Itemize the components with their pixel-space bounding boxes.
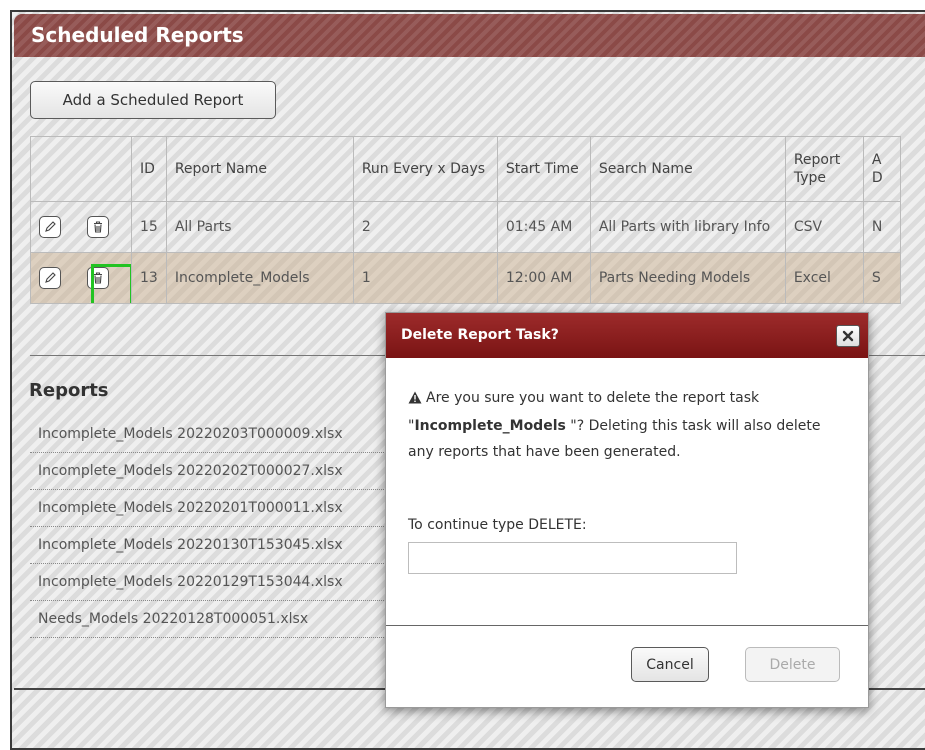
report-link[interactable]: Incomplete_Models 20220203T000009.xlsx [30,416,390,453]
row-actions [30,201,132,253]
task-name: Incomplete_Models [414,418,566,434]
reports-heading: Reports [29,380,109,401]
report-link[interactable]: Incomplete_Models 20220129T153044.xlsx [30,564,390,601]
row-id: 15 [131,201,167,253]
row-id: 13 [131,252,167,304]
confirm-delete-input[interactable] [408,542,737,574]
dialog-divider [386,625,868,626]
warning-icon [408,387,422,413]
column-header-extra[interactable]: A D [862,136,901,202]
row-start-time: 12:00 AM [496,252,591,304]
pencil-icon[interactable] [39,216,61,238]
column-header-search-name[interactable]: Search Name [589,136,786,202]
report-link[interactable]: Needs_Models 20220128T000051.xlsx [30,601,390,638]
report-link[interactable]: Incomplete_Models 20220201T000011.xlsx [30,490,390,527]
table-header-row: ID Report Name Run Every x Days Start Ti… [30,136,901,202]
dialog-message: Are you sure you want to delete the repo… [408,385,848,465]
report-list: Incomplete_Models 20220203T000009.xlsx I… [30,416,390,638]
cancel-button[interactable]: Cancel [631,647,709,682]
row-actions [30,252,132,304]
row-report-type: Excel [784,252,864,304]
column-header-start-time[interactable]: Start Time [496,136,591,202]
scheduled-reports-table: ID Report Name Run Every x Days Start Ti… [30,136,901,304]
focus-outline [91,264,131,303]
dialog-header: Delete Report Task? [386,313,868,358]
table-row: 13 Incomplete_Models 1 12:00 AM Parts Ne… [30,252,901,304]
page-title: Scheduled Reports [31,23,244,47]
row-search-name: Parts Needing Models [589,252,786,304]
dialog-title: Delete Report Task? [401,327,559,343]
report-link[interactable]: Incomplete_Models 20220202T000027.xlsx [30,453,390,490]
column-header-actions [30,136,132,202]
row-start-time: 01:45 AM [496,201,591,253]
confirm-label: To continue type DELETE: [408,517,587,533]
section-header: Scheduled Reports [14,14,925,57]
column-header-report-name[interactable]: Report Name [165,136,354,202]
close-icon[interactable] [836,325,860,347]
row-extra: S [862,252,901,304]
column-header-run-every[interactable]: Run Every x Days [352,136,498,202]
report-link[interactable]: Incomplete_Models 20220130T153045.xlsx [30,527,390,564]
row-report-name: All Parts [165,201,354,253]
delete-report-dialog: Delete Report Task? Are you sure you wan… [385,312,869,708]
row-run-every: 2 [352,201,498,253]
row-report-name: Incomplete_Models [165,252,354,304]
row-run-every: 1 [352,252,498,304]
row-extra: N [862,201,901,253]
pencil-icon[interactable] [39,267,61,289]
row-search-name: All Parts with library Info [589,201,786,253]
column-header-report-type[interactable]: Report Type [784,136,864,202]
trash-icon[interactable] [87,216,110,238]
table-row: 15 All Parts 2 01:45 AM All Parts with l… [30,201,901,253]
delete-button[interactable]: Delete [745,647,840,682]
add-scheduled-report-button[interactable]: Add a Scheduled Report [30,81,276,119]
row-report-type: CSV [784,201,864,253]
column-header-id[interactable]: ID [131,136,167,202]
